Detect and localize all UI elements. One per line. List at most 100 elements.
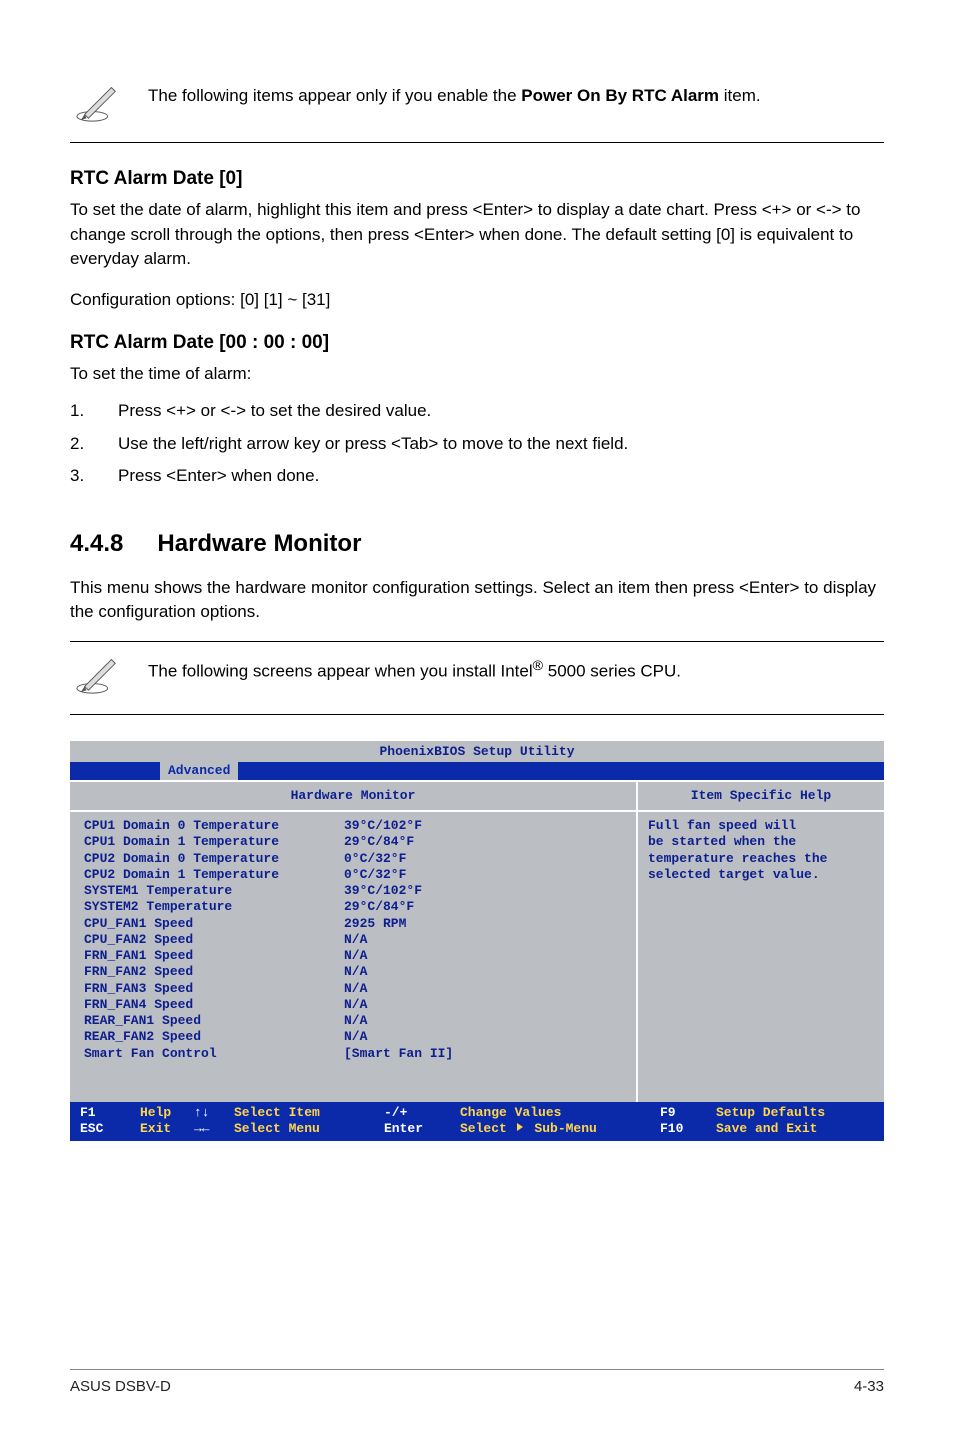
help-line: selected target value. xyxy=(648,867,874,883)
para-set-time-intro: To set the time of alarm: xyxy=(70,362,884,387)
table-row[interactable]: FRN_FAN4 SpeedN/A xyxy=(84,997,628,1013)
help-line: temperature reaches the xyxy=(648,851,874,867)
table-row[interactable]: SYSTEM1 Temperature39°C/102°F xyxy=(84,883,628,899)
table-row[interactable]: CPU1 Domain 0 Temperature39°C/102°F xyxy=(84,818,628,834)
bios-screen: PhoenixBIOS Setup Utility Advanced Hardw… xyxy=(70,741,884,1142)
para-hardware-monitor: This menu shows the hardware monitor con… xyxy=(70,576,884,625)
setting-value: N/A xyxy=(344,997,367,1013)
pencil-note-icon xyxy=(75,650,121,704)
footer-right: 4-33 xyxy=(854,1376,884,1398)
setting-label: CPU_FAN2 Speed xyxy=(84,932,344,948)
list-item: 1. Press <+> or <-> to set the desired va… xyxy=(70,395,884,428)
bios-tab-bar[interactable]: Advanced xyxy=(70,762,884,780)
setting-label: SYSTEM2 Temperature xyxy=(84,899,344,915)
note-1-text-c: item. xyxy=(719,86,761,105)
setting-label: FRN_FAN4 Speed xyxy=(84,997,344,1013)
setting-label: REAR_FAN2 Speed xyxy=(84,1029,344,1045)
setting-label: CPU2 Domain 1 Temperature xyxy=(84,867,344,883)
key-esc: ESC xyxy=(80,1121,140,1137)
setting-value: N/A xyxy=(344,932,367,948)
setting-label: CPU2 Domain 0 Temperature xyxy=(84,851,344,867)
table-row[interactable]: FRN_FAN1 SpeedN/A xyxy=(84,948,628,964)
setting-value: 0°C/32°F xyxy=(344,867,406,883)
setting-label: Smart Fan Control xyxy=(84,1046,344,1062)
setting-value: 29°C/84°F xyxy=(344,834,414,850)
table-row[interactable]: REAR_FAN1 SpeedN/A xyxy=(84,1013,628,1029)
table-row[interactable]: FRN_FAN3 SpeedN/A xyxy=(84,981,628,997)
page-footer: ASUS DSBV-D 4-33 xyxy=(70,1369,884,1398)
table-row[interactable]: REAR_FAN2 SpeedN/A xyxy=(84,1029,628,1045)
section-number: 4.4.8 xyxy=(70,527,123,562)
setting-label: CPU_FAN1 Speed xyxy=(84,916,344,932)
note-box-2: The following screens appear when you in… xyxy=(70,641,884,715)
step-number: 2. xyxy=(70,432,90,457)
key-f9: F9 xyxy=(660,1105,716,1121)
help-line: Full fan speed will xyxy=(648,818,874,834)
setting-value: 29°C/84°F xyxy=(344,899,414,915)
tab-advanced[interactable]: Advanced xyxy=(160,762,238,780)
note-2-text-a: The following screens appear when you in… xyxy=(148,662,533,681)
bios-right-header: Item Specific Help xyxy=(638,782,884,812)
lbl-change-values: Change Values xyxy=(460,1105,660,1121)
setting-value: N/A xyxy=(344,964,367,980)
setting-value: 39°C/102°F xyxy=(344,883,422,899)
note-1-text-a: The following items appear only if you e… xyxy=(148,86,521,105)
para-config-options: Configuration options: [0] [1] ~ [31] xyxy=(70,288,884,313)
pencil-note-icon xyxy=(75,78,121,132)
step-text: Press <Enter> when done. xyxy=(118,464,319,489)
bios-left-header: Hardware Monitor xyxy=(70,782,636,812)
lbl-select-item: Select Item xyxy=(234,1105,384,1121)
step-number: 1. xyxy=(70,399,90,424)
table-row[interactable]: FRN_FAN2 SpeedN/A xyxy=(84,964,628,980)
setting-label: FRN_FAN2 Speed xyxy=(84,964,344,980)
para-rtc-alarm-date-0: To set the date of alarm, highlight this… xyxy=(70,198,884,272)
lbl-setup-defaults: Setup Defaults xyxy=(716,1105,874,1121)
step-number: 3. xyxy=(70,464,90,489)
setting-label: SYSTEM1 Temperature xyxy=(84,883,344,899)
note-box-1: The following items appear only if you e… xyxy=(70,70,884,143)
table-row[interactable]: CPU1 Domain 1 Temperature29°C/84°F xyxy=(84,834,628,850)
help-line: be started when the xyxy=(648,834,874,850)
setting-value: [Smart Fan II] xyxy=(344,1046,453,1062)
key-f10: F10 xyxy=(660,1121,716,1137)
bios-help-text: Full fan speed will be started when the … xyxy=(638,812,884,889)
setting-value: N/A xyxy=(344,1029,367,1045)
setting-value: N/A xyxy=(344,948,367,964)
setting-label: REAR_FAN1 Speed xyxy=(84,1013,344,1029)
bios-settings-list: CPU1 Domain 0 Temperature39°C/102°F CPU1… xyxy=(70,812,636,1102)
note-2-reg: ® xyxy=(533,658,543,674)
steps-list: 1. Press <+> or <-> to set the desired va… xyxy=(70,395,884,493)
table-row[interactable]: SYSTEM2 Temperature29°C/84°F xyxy=(84,899,628,915)
key-f1: F1 xyxy=(80,1105,140,1121)
lbl-select-submenu: Select Sub-Menu xyxy=(460,1121,660,1137)
note-1-text-b: Power On By RTC Alarm xyxy=(521,86,719,105)
table-row[interactable]: CPU_FAN2 SpeedN/A xyxy=(84,932,628,948)
section-header: 4.4.8 Hardware Monitor xyxy=(70,527,884,562)
lbl-exit: Exit xyxy=(140,1121,194,1137)
table-row[interactable]: CPU2 Domain 1 Temperature0°C/32°F xyxy=(84,867,628,883)
setting-value: N/A xyxy=(344,981,367,997)
list-item: 2. Use the left/right arrow key or press … xyxy=(70,428,884,461)
step-text: Press <+> or <-> to set the desired valu… xyxy=(118,399,431,424)
step-text: Use the left/right arrow key or press <T… xyxy=(118,432,628,457)
heading-rtc-alarm-date-time: RTC Alarm Date [00 : 00 : 00] xyxy=(70,329,884,357)
section-title: Hardware Monitor xyxy=(157,527,361,562)
setting-value: 2925 RPM xyxy=(344,916,406,932)
table-row[interactable]: CPU_FAN1 Speed2925 RPM xyxy=(84,916,628,932)
list-item: 3. Press <Enter> when done. xyxy=(70,460,884,493)
key-enter: Enter xyxy=(384,1121,460,1137)
table-row[interactable]: Smart Fan Control[Smart Fan II] xyxy=(84,1046,628,1062)
table-row[interactable]: CPU2 Domain 0 Temperature0°C/32°F xyxy=(84,851,628,867)
lbl-select-menu: Select Menu xyxy=(234,1121,384,1137)
setting-label: FRN_FAN1 Speed xyxy=(84,948,344,964)
setting-label: CPU1 Domain 1 Temperature xyxy=(84,834,344,850)
lbl-help: Help xyxy=(140,1105,194,1121)
footer-left: ASUS DSBV-D xyxy=(70,1376,171,1398)
setting-label: CPU1 Domain 0 Temperature xyxy=(84,818,344,834)
setting-value: 39°C/102°F xyxy=(344,818,422,834)
bios-footer: F1 ESC Help Exit ↑↓ →← Select Item Selec… xyxy=(70,1102,884,1142)
key-updown: ↑↓ xyxy=(194,1105,234,1121)
triangle-right-icon xyxy=(517,1123,523,1131)
heading-rtc-alarm-date-0: RTC Alarm Date [0] xyxy=(70,165,884,193)
setting-label: FRN_FAN3 Speed xyxy=(84,981,344,997)
